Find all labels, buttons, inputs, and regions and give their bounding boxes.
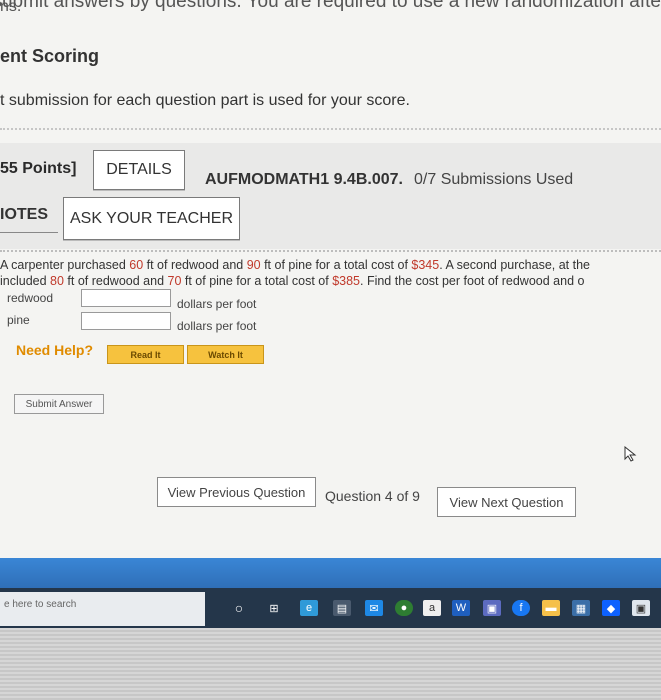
folder-icon[interactable]: ▬ bbox=[542, 600, 560, 616]
top-cutoff-text: ns. gnment, you submit answers by questi… bbox=[0, 0, 661, 16]
assignment-page: ns. gnment, you submit answers by questi… bbox=[0, 0, 661, 560]
need-help-label: Need Help? bbox=[16, 342, 94, 358]
pine-label: pine bbox=[7, 313, 30, 327]
mouse-cursor-icon bbox=[624, 446, 637, 462]
edge-icon[interactable]: e bbox=[300, 600, 318, 616]
background-surface bbox=[0, 628, 661, 700]
facebook-icon[interactable]: f bbox=[512, 600, 530, 616]
read-it-button[interactable]: Read It bbox=[107, 345, 184, 364]
watch-it-button[interactable]: Watch It bbox=[187, 345, 264, 364]
divider bbox=[0, 128, 661, 130]
app-icon[interactable]: ▣ bbox=[632, 600, 650, 616]
window-blue-strip bbox=[0, 558, 661, 588]
ask-teacher-button[interactable]: ASK YOUR TEACHER bbox=[63, 197, 240, 240]
app-icon[interactable]: ▣ bbox=[483, 600, 501, 616]
cutoff-right-text: gnment, you submit answers by questions.… bbox=[0, 0, 661, 12]
taskbar-search-box[interactable]: e here to search bbox=[0, 592, 205, 626]
word-icon[interactable]: W bbox=[452, 600, 470, 616]
task-view-icon[interactable]: ⊞ bbox=[265, 600, 283, 616]
notes-button[interactable]: IOTES bbox=[0, 206, 48, 224]
question-line-1: A carpenter purchased 60 ft of redwood a… bbox=[0, 258, 591, 272]
scoring-description: t submission for each question part is u… bbox=[0, 92, 410, 109]
previous-question-button[interactable]: View Previous Question bbox=[157, 477, 316, 507]
redwood-input[interactable] bbox=[81, 289, 171, 307]
submit-answer-button[interactable]: Submit Answer bbox=[14, 394, 104, 414]
submissions-count: 0/7 Submissions Used bbox=[414, 171, 574, 188]
notes-underline bbox=[0, 232, 58, 233]
question-divider bbox=[0, 250, 661, 252]
taskbar-search-placeholder: e here to search bbox=[4, 599, 77, 610]
question-line-2: included 80 ft of redwood and 70 ft of p… bbox=[0, 274, 585, 288]
question-counter: Question 4 of 9 bbox=[325, 488, 420, 504]
redwood-unit: dollars per foot bbox=[177, 297, 257, 311]
dropbox-icon[interactable]: ◆ bbox=[602, 600, 620, 616]
question-text: A carpenter purchased 60 ft of redwood a… bbox=[0, 257, 661, 289]
store-icon[interactable]: ▤ bbox=[333, 600, 351, 616]
points-label: 55 Points] bbox=[0, 160, 77, 177]
redwood-label: redwood bbox=[7, 291, 54, 305]
chrome-icon[interactable]: ● bbox=[395, 600, 413, 616]
pine-unit: dollars per foot bbox=[177, 319, 257, 333]
amazon-icon[interactable]: a bbox=[423, 600, 441, 616]
mail-icon[interactable]: ✉ bbox=[365, 600, 383, 616]
scoring-title: ent Scoring bbox=[0, 46, 100, 66]
pine-input[interactable] bbox=[81, 312, 171, 330]
cortana-icon[interactable]: ○ bbox=[230, 600, 248, 616]
details-button[interactable]: DETAILS bbox=[93, 150, 185, 190]
next-question-button[interactable]: View Next Question bbox=[437, 487, 576, 517]
app-icon[interactable]: ▦ bbox=[572, 600, 590, 616]
question-code: AUFMODMATH1 9.4B.007. bbox=[205, 171, 403, 188]
